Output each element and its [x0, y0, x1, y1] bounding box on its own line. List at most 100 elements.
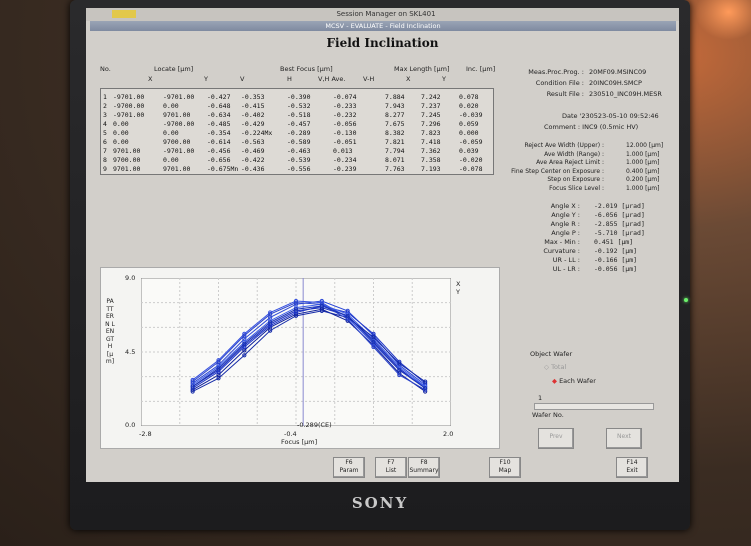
- center-label: -0.289(CE): [297, 421, 332, 429]
- row-ave: -0.457: [287, 120, 311, 128]
- fkey-key: F7: [387, 459, 395, 466]
- row-mx: 7.884: [385, 93, 405, 101]
- row-ave: -0.532: [287, 102, 311, 110]
- condition-file-label: Condition File :: [535, 79, 584, 87]
- fkey-key: F10: [499, 459, 511, 466]
- col-locate: Locate [µm]: [154, 65, 194, 73]
- row-vh: 0.013: [333, 147, 353, 155]
- param-label: Focus Slice Level :: [549, 184, 604, 192]
- row-x: -9701.00: [113, 111, 145, 119]
- stat-label: Angle P :: [551, 229, 580, 237]
- col-y: Y: [204, 75, 208, 83]
- light-glare: [695, 0, 751, 40]
- meas-proc-label: Meas.Proc.Prog. :: [528, 68, 584, 76]
- row-v: -0.354: [207, 129, 231, 137]
- row-no: 1: [103, 93, 107, 101]
- row-no: 2: [103, 102, 107, 110]
- focus-chart: 9.0 4.5 0.0 PATTERN LENGTH [µm] -2.8 -0.…: [100, 267, 500, 449]
- row-inc: 0.000: [459, 129, 479, 137]
- y-axis-label: PATTERN LENGTH [µm]: [105, 298, 115, 365]
- row-mx: 7.763: [385, 165, 405, 173]
- col-ml-y: Y: [442, 75, 446, 83]
- col-max-length: Max Length [µm]: [394, 65, 450, 73]
- total-label: Total: [551, 363, 567, 371]
- row-v: -0.427: [207, 93, 231, 101]
- row-my: 7.245: [421, 111, 441, 119]
- stat-value: -2.019 [µrad]: [594, 202, 645, 210]
- stat-label: Max - Min :: [544, 238, 580, 246]
- fkey-button-summary[interactable]: F8 Summary: [408, 457, 440, 478]
- stat-label: Angle X :: [550, 202, 580, 210]
- col-best-focus: Best Focus [µm]: [280, 65, 333, 73]
- window-title: MCSV - EVALUATE - Field Inclination: [325, 22, 441, 30]
- row-mx: 7.943: [385, 102, 405, 110]
- wafer-slider[interactable]: [534, 403, 654, 410]
- next-button[interactable]: Next: [606, 428, 642, 449]
- total-radio[interactable]: ◇ Total: [544, 363, 566, 371]
- row-no: 9: [103, 165, 107, 173]
- row-no: 5: [103, 129, 107, 137]
- col-x: X: [148, 75, 153, 83]
- power-led-icon: [684, 298, 688, 302]
- row-ave: -0.589: [287, 138, 311, 146]
- param-value: 1.000 [µm]: [626, 150, 660, 158]
- row-ave: -0.463: [287, 147, 311, 155]
- row-x: 0.00: [113, 120, 129, 128]
- row-v: -0.675Mn: [207, 165, 239, 173]
- row-vh: -0.239: [333, 165, 357, 173]
- row-h: -0.469: [241, 147, 265, 155]
- row-inc: 0.020: [459, 102, 479, 110]
- stat-label: Angle Y :: [551, 211, 580, 219]
- legend-y: Y: [456, 288, 460, 296]
- wafer-no-label: Wafer No.: [532, 411, 564, 419]
- col-no: No.: [100, 65, 111, 73]
- wafer-no-value: 1: [538, 394, 543, 402]
- row-mx: 8.071: [385, 156, 405, 164]
- comment-text: Comment : INC9 (0.5mic HV): [544, 123, 639, 131]
- row-y: 9701.00: [163, 165, 191, 173]
- col-v-h: V-H: [363, 75, 375, 83]
- col-v: V: [240, 75, 245, 83]
- fkey-button-map[interactable]: F10 Map: [489, 457, 521, 478]
- each-wafer-radio[interactable]: ◆ Each Wafer: [552, 377, 596, 385]
- chart-svg: [141, 278, 451, 426]
- y-tick-mid: 4.5: [125, 348, 136, 356]
- fkey-button-exit[interactable]: F14 Exit: [616, 457, 648, 478]
- row-vh: -0.232: [333, 111, 357, 119]
- row-x: 9701.00: [113, 165, 141, 173]
- x-axis-label: Focus [µm]: [281, 438, 318, 446]
- row-my: 7.823: [421, 129, 441, 137]
- stat-value: -2.855 [µrad]: [594, 220, 645, 228]
- row-ave: -0.289: [287, 129, 311, 137]
- row-mx: 7.794: [385, 147, 405, 155]
- row-no: 6: [103, 138, 107, 146]
- row-y: -9701.00: [163, 147, 195, 155]
- col-vh-ave: V,H Ave.: [318, 75, 346, 83]
- fkey-button-list[interactable]: F7 List: [375, 457, 407, 478]
- row-y: -9700.00: [163, 120, 195, 128]
- prev-button[interactable]: Prev: [538, 428, 574, 449]
- fkey-button-param[interactable]: F6 Param: [333, 457, 365, 478]
- row-inc: 0.059: [459, 120, 479, 128]
- fkey-label: Param: [339, 467, 359, 474]
- stat-value: -0.056 [µm]: [594, 265, 638, 273]
- title-bar[interactable]: MCSV - EVALUATE - Field Inclination: [90, 21, 676, 31]
- param-label: Ave Width (Range) :: [544, 150, 604, 158]
- row-my: 7.296: [421, 120, 441, 128]
- row-v: -0.456: [207, 147, 231, 155]
- fkey-key: F14: [626, 459, 638, 466]
- row-mx: 8.277: [385, 111, 405, 119]
- results-table[interactable]: 1 -9701.00 -9701.00 -0.427 -0.353 -0.390 -0.07…: [100, 88, 494, 175]
- stat-value: -0.166 [µm]: [594, 256, 638, 264]
- condition-file-value: 20INC09H.SMCP: [589, 79, 642, 87]
- row-y: 0.00: [163, 102, 179, 110]
- row-no: 4: [103, 120, 107, 128]
- param-value: 1.000 [µm]: [626, 184, 660, 192]
- row-y: 0.00: [163, 156, 179, 164]
- app-logo-icon: [112, 10, 136, 18]
- monitor-screen: Session Manager on SKL401 MCSV - EVALUAT…: [86, 8, 679, 482]
- result-file-value: 230510_INC09H.MESR: [589, 90, 662, 98]
- row-v: -0.634: [207, 111, 231, 119]
- row-x: 0.00: [113, 138, 129, 146]
- row-v: -0.485: [207, 120, 231, 128]
